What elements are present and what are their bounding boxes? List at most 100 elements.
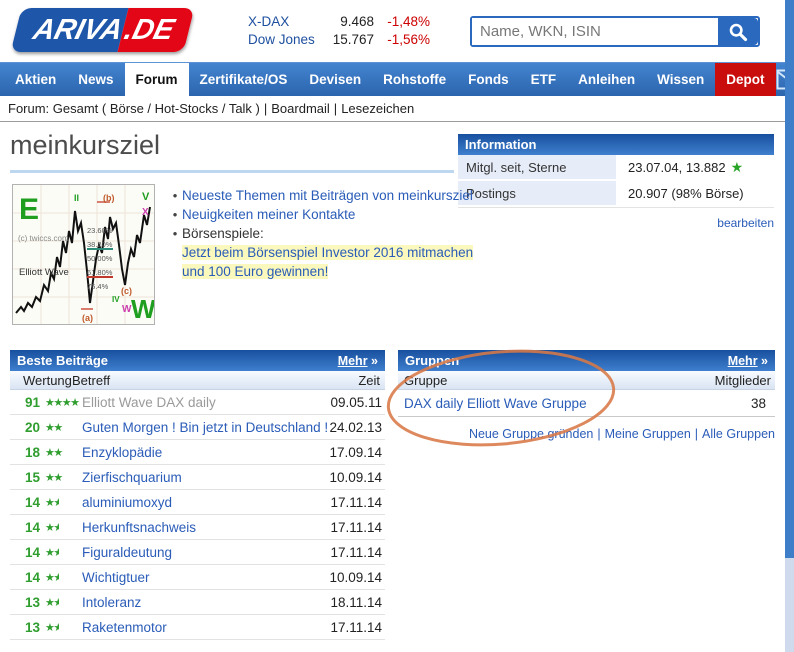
post-score: 13: [24, 619, 40, 635]
nav-item-zertifikate-os[interactable]: Zertifikate/OS: [189, 63, 299, 96]
link-separator: |: [694, 427, 699, 441]
table-row: 15 ★★ Zierfischquarium 10.09.14: [10, 465, 385, 490]
link-separator: |: [597, 427, 601, 441]
post-date: 10.09.14: [329, 469, 382, 485]
post-score: 14: [24, 519, 40, 535]
boersenspiel-promo-link-line2[interactable]: und 100 Euro gewinnen!: [182, 264, 329, 279]
table-row: 14 ★★ Wichtigtuer 10.09.14: [10, 565, 385, 590]
search-input[interactable]: [472, 18, 718, 45]
green-star-icon: ★: [730, 158, 744, 175]
nav-item-etf[interactable]: ETF: [520, 63, 568, 96]
post-date: 09.05.11: [330, 394, 382, 410]
svg-text:(c) twiccs.com: (c) twiccs.com: [18, 234, 69, 243]
table-row: 14 ★★ Figuraldeutung 17.11.14: [10, 540, 385, 565]
nav-item-wissen[interactable]: Wissen: [646, 63, 715, 96]
post-subject-link[interactable]: Guten Morgen ! Bin jetzt in Deutschland …: [80, 420, 329, 435]
bullet-icon: •: [172, 226, 178, 241]
svg-text:38.20%: 38.20%: [87, 240, 113, 249]
post-subject-link[interactable]: Elliott Wave DAX daily: [80, 395, 330, 410]
info-row-postings: Postings 20.907 (98% Börse): [458, 181, 774, 207]
star-rating-icon: ★★: [45, 621, 59, 634]
column-gruppe: Gruppe: [404, 372, 448, 388]
groups-link-alle-gruppen[interactable]: Alle Gruppen: [702, 427, 775, 441]
groups-link-meine-gruppen[interactable]: Meine Gruppen: [605, 427, 691, 441]
page-scrollbar-track[interactable]: [785, 0, 794, 652]
post-subject-link[interactable]: Raketenmotor: [80, 620, 330, 635]
ticker-change: -1,56%: [387, 32, 430, 47]
bullet-icon: •: [172, 188, 178, 203]
star-rating-icon: ★★: [45, 446, 63, 459]
ticker-row-dowjones: Dow Jones 15.767 -1,56%: [248, 31, 430, 49]
post-score: 91: [24, 394, 40, 410]
post-score: 13: [24, 594, 40, 610]
nav-item-news[interactable]: News: [67, 63, 124, 96]
best-posts-more-link[interactable]: Mehr »: [338, 354, 378, 368]
search-box: [470, 16, 760, 47]
profile-quick-links: • Neueste Themen mit Beiträgen von meink…: [168, 186, 478, 281]
information-box-title: Information: [465, 137, 537, 152]
svg-text:V: V: [142, 191, 150, 203]
nav-item-anleihen[interactable]: Anleihen: [567, 63, 646, 96]
info-value: 20.907 (98% Börse): [628, 185, 744, 201]
post-date: 18.11.14: [330, 594, 382, 610]
breadcrumb-forum-path[interactable]: Forum: Gesamt ( Börse / Hot-Stocks / Tal…: [8, 101, 260, 116]
edit-profile-row: bearbeiten: [458, 216, 774, 230]
post-score: 20: [24, 419, 40, 435]
list-item: • Neueste Themen mit Beiträgen von meink…: [168, 186, 478, 205]
group-name-link[interactable]: DAX daily Elliott Wave Gruppe: [398, 396, 751, 411]
svg-text:(b): (b): [103, 193, 115, 203]
search-button[interactable]: [718, 18, 758, 45]
breadcrumb-lesezeichen-link[interactable]: Lesezeichen: [341, 101, 414, 116]
post-subject-link[interactable]: aluminiumoxyd: [80, 495, 330, 510]
column-zeit: Zeit: [358, 372, 380, 388]
nav-item-devisen[interactable]: Devisen: [298, 63, 372, 96]
groups-footer-links: Neue Gruppe gründen | Meine Gruppen | Alle G…: [398, 427, 775, 441]
nav-item-fonds[interactable]: Fonds: [457, 63, 520, 96]
ariva-logo[interactable]: ARIVA .DE: [10, 8, 195, 52]
nav-item-depot[interactable]: Depot: [715, 63, 776, 96]
groups-more-link[interactable]: Mehr »: [728, 354, 768, 368]
svg-text:W: W: [131, 294, 154, 324]
information-box-header: Information: [458, 134, 774, 155]
groups-link-neue-gruppe-gr-nden[interactable]: Neue Gruppe gründen: [469, 427, 593, 441]
contacts-news-link[interactable]: Neuigkeiten meiner Kontakte: [182, 205, 355, 224]
main-navigation: Aktien News Forum Zertifikate/OS Devisen Rohs…: [0, 62, 794, 96]
title-underline: [10, 170, 454, 173]
ticker-name-link[interactable]: X-DAX: [248, 13, 328, 31]
svg-text:E: E: [19, 193, 39, 226]
ticker-value: 15.767: [332, 32, 374, 47]
edit-profile-link[interactable]: bearbeiten: [717, 216, 774, 230]
page-scrollbar-thumb[interactable]: [785, 0, 794, 558]
star-rating-icon: ★★★★: [45, 396, 80, 409]
post-subject-link[interactable]: Herkunftsnachweis: [80, 520, 330, 535]
table-row: 14 ★★ Herkunftsnachweis 17.11.14: [10, 515, 385, 540]
boersenspiel-promo-link-line1[interactable]: Jetzt beim Börsenspiel Investor 2016 mit…: [182, 245, 474, 260]
bullet-icon: •: [172, 207, 178, 222]
post-subject-link[interactable]: Figuraldeutung: [80, 545, 330, 560]
star-rating-icon: ★★: [45, 496, 59, 509]
post-subject-link[interactable]: Zierfischquarium: [80, 470, 329, 485]
star-rating-icon: ★★: [45, 471, 63, 484]
column-mitglieder: Mitglieder: [714, 372, 771, 388]
nav-item-rohstoffe[interactable]: Rohstoffe: [372, 63, 457, 96]
page-title: meinkursziel: [10, 130, 161, 160]
breadcrumb-boardmail-link[interactable]: Boardmail: [271, 101, 330, 116]
ticker-name-link[interactable]: Dow Jones: [248, 31, 328, 49]
table-row: 18 ★★ Enzyklopädie 17.09.14: [10, 440, 385, 465]
nav-item-aktien[interactable]: Aktien: [4, 63, 67, 96]
post-subject-link[interactable]: Enzyklopädie: [80, 445, 329, 460]
table-row: 20 ★★ Guten Morgen ! Bin jetzt in Deutsc…: [10, 415, 385, 440]
list-item: • Börsenspiele: Jetzt beim Börsenspiel I…: [168, 224, 478, 281]
nav-item-forum[interactable]: Forum: [124, 63, 189, 96]
info-label: Postings: [458, 181, 616, 205]
post-date: 17.09.14: [329, 444, 382, 460]
post-subject-link[interactable]: Intoleranz: [80, 595, 330, 610]
svg-text:(a): (a): [82, 313, 93, 323]
post-score: 15: [24, 469, 40, 485]
newest-topics-link[interactable]: Neueste Themen mit Beiträgen von meinkur…: [182, 186, 473, 205]
star-rating-icon: ★★: [45, 421, 63, 434]
index-ticker: X-DAX 9.468 -1,48% Dow Jones 15.767 -1,5…: [248, 13, 430, 49]
breadcrumb: Forum: Gesamt ( Börse / Hot-Stocks / Tal…: [0, 96, 785, 122]
post-score: 14: [24, 569, 40, 585]
post-subject-link[interactable]: Wichtigtuer: [80, 570, 329, 585]
